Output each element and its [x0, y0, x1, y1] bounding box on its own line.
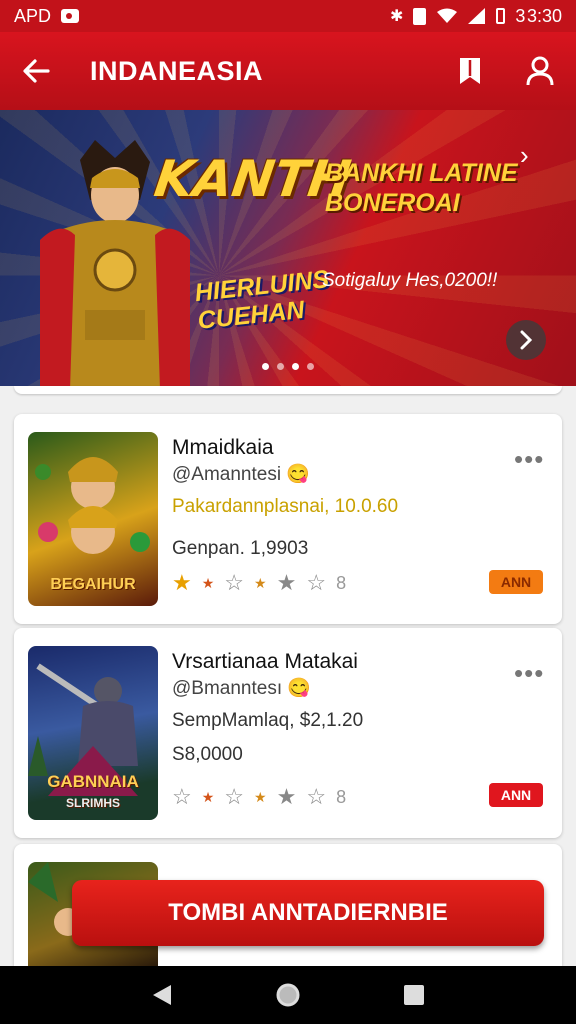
game-reward-text: Pakardannplasnai, 10.0.60	[172, 496, 399, 517]
game-thumbnail-title: BEGAIHUR	[50, 576, 136, 593]
primary-cta-button[interactable]: TOMBI ANNTADIERNBIE	[72, 880, 544, 946]
battery-icon	[496, 8, 506, 24]
game-stat-text: Genpan. 1,9903	[172, 538, 309, 559]
app-bar: INDANEASIA	[0, 32, 576, 110]
rating-stars: ★ ★ ☆ ★ ★ ☆ 8	[172, 570, 346, 596]
publisher-handle: @Amanntesi 😋	[172, 464, 310, 485]
rating-count: 8	[336, 572, 347, 593]
banner-card-edge	[14, 386, 562, 394]
chevron-right-icon[interactable]: ›	[520, 140, 529, 171]
app-title: INDANEASIA	[90, 55, 264, 86]
wifi-icon	[437, 8, 458, 23]
star-half-icon: ★	[254, 574, 267, 591]
carousel-dot[interactable]	[292, 363, 299, 370]
system-nav-bar	[0, 966, 576, 1024]
rating-stars: ☆ ★ ☆ ★ ★ ☆ 8	[172, 784, 346, 810]
game-thumbnail[interactable]: GABNNAIA SLRIMHS	[28, 646, 158, 820]
clock: 3 3:30	[515, 5, 562, 26]
star-half-icon: ★	[201, 574, 215, 591]
back-button[interactable]	[18, 53, 54, 89]
chevron-right-icon	[520, 330, 533, 350]
profile-button[interactable]	[522, 53, 558, 89]
star-half-icon: ★	[254, 788, 267, 805]
game-title[interactable]: Vrsartianaa Matakai	[172, 650, 358, 674]
game-title[interactable]: Mmaidkaia	[172, 436, 274, 460]
notification-icon	[61, 9, 80, 23]
game-reward-text: SempMamlaq, $2,1.20	[172, 710, 364, 731]
promo-banner[interactable]: KANTH BANKHI LATINE BONEROAI HIERLUINS C…	[0, 110, 576, 386]
carousel-indicator	[262, 363, 314, 370]
status-badge[interactable]: ANN	[489, 783, 543, 807]
game-thumbnail-title: GABNNAIA	[47, 772, 139, 791]
game-stat-text: S8,0000	[172, 744, 243, 765]
banner-headline-right: BANKHI LATINE BONEROAI	[325, 159, 518, 217]
carousel-dot[interactable]	[307, 363, 314, 370]
banner-promo-text: Sotigaluy Hes,0200!!	[322, 270, 498, 291]
back-nav-icon[interactable]	[151, 983, 173, 1007]
vibrate-icon	[413, 7, 427, 25]
game-thumbnail-subtitle: SLRIMHS	[66, 796, 120, 810]
star-empty-icon: ★	[276, 784, 297, 809]
more-options-button[interactable]: •••	[514, 658, 544, 689]
carousel-dot[interactable]	[277, 363, 284, 370]
banner-next-button[interactable]	[506, 320, 546, 360]
bookmark-button[interactable]	[452, 53, 488, 89]
star-empty-icon: ☆	[172, 784, 192, 809]
status-bar: APD ✱ 3 3:30	[0, 0, 576, 32]
rating-count: 8	[336, 786, 347, 807]
carousel-dot[interactable]	[262, 363, 269, 370]
star-empty-icon: ☆	[306, 784, 327, 809]
game-art-image	[28, 663, 138, 796]
star-empty-icon: ☆	[224, 784, 245, 809]
star-empty-icon: ☆	[306, 570, 327, 595]
bluetooth-icon: ✱	[390, 8, 404, 25]
signal-icon	[468, 8, 486, 24]
game-card[interactable]: GABNNAIA SLRIMHS Vrsartianaa Matakai @Bm…	[14, 628, 562, 838]
star-empty-icon: ★	[276, 570, 297, 595]
star-empty-icon: ☆	[224, 570, 245, 595]
bookmark-icon	[460, 58, 480, 84]
user-icon	[526, 56, 554, 86]
recents-nav-icon[interactable]	[403, 984, 425, 1006]
banner-headline: KANTH	[150, 150, 355, 208]
game-thumbnail[interactable]: BEGAIHUR	[28, 432, 158, 606]
more-options-button[interactable]: •••	[514, 444, 544, 475]
status-text: APD	[14, 5, 52, 26]
publisher-handle: @Bmanntesı 😋	[172, 678, 312, 699]
arrow-left-icon	[23, 59, 50, 83]
status-badge[interactable]: ANN	[489, 570, 543, 594]
star-half-icon: ★	[201, 788, 215, 805]
game-card[interactable]: BEGAIHUR Mmaidkaia @Amanntesi 😋 Pakardan…	[14, 414, 562, 624]
home-nav-icon[interactable]	[275, 982, 301, 1008]
star-filled-icon: ★	[172, 570, 192, 595]
